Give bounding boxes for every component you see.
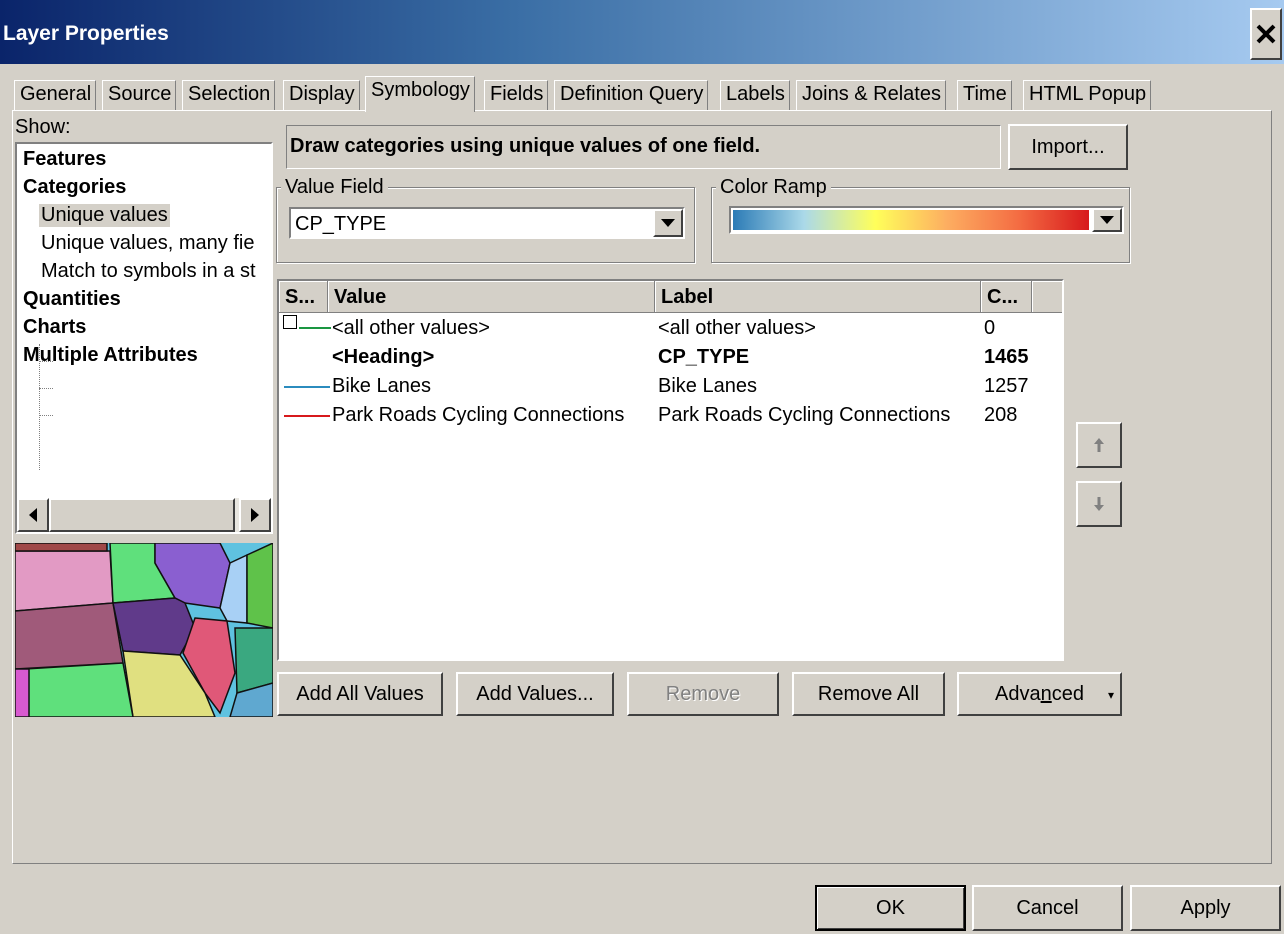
move-up-button[interactable]	[1076, 422, 1122, 468]
row-count: 208	[984, 404, 1018, 426]
value-field-dropdown-button[interactable]	[653, 209, 683, 237]
symbology-preview-map	[15, 543, 273, 717]
tree-item-match-to-symbols[interactable]: Match to symbols in a st	[41, 260, 256, 283]
unique-values-grid[interactable]: S... Value Label C... <all other values>…	[277, 279, 1064, 661]
value-field-selected: CP_TYPE	[295, 213, 387, 235]
row-value[interactable]: <all other values>	[332, 317, 490, 340]
scroll-left-button[interactable]	[17, 498, 49, 532]
triangle-right-icon	[251, 508, 259, 522]
arrow-up-icon	[1094, 438, 1104, 452]
import-button[interactable]: Import...	[1008, 124, 1128, 170]
column-header-value[interactable]: Value	[328, 281, 655, 313]
move-down-button[interactable]	[1076, 481, 1122, 527]
row-symbol[interactable]	[284, 386, 330, 388]
tree-item-features[interactable]: Features	[23, 148, 106, 171]
row-value[interactable]: Park Roads Cycling Connections	[332, 404, 624, 427]
window-title: Layer Properties	[3, 22, 169, 45]
show-tree[interactable]: Features Categories Unique values Unique…	[15, 142, 273, 534]
add-values-button[interactable]: Add Values...	[456, 672, 614, 716]
row-count: 1465	[984, 346, 1029, 368]
tab-display[interactable]: Display	[283, 80, 360, 110]
title-bar	[0, 0, 1284, 64]
show-label: Show:	[15, 116, 71, 138]
column-header-count[interactable]: C...	[981, 281, 1032, 313]
color-ramp-dropdown[interactable]	[729, 206, 1124, 234]
tree-connector	[39, 388, 53, 389]
remove-all-label: Remove All	[817, 682, 920, 705]
tab-source[interactable]: Source	[102, 80, 177, 110]
tab-html-popup[interactable]: HTML Popup	[1023, 80, 1152, 110]
tab-general[interactable]: General	[14, 80, 97, 110]
row-value[interactable]: Bike Lanes	[332, 375, 431, 398]
horizontal-scrollbar[interactable]	[17, 498, 271, 532]
scroll-right-button[interactable]	[239, 498, 271, 532]
row-value[interactable]: <Heading>	[332, 346, 434, 369]
tab-joins-relates[interactable]: Joins & Relates	[796, 80, 946, 110]
apply-button[interactable]: Apply	[1130, 885, 1281, 931]
row-symbol[interactable]	[284, 415, 330, 417]
close-icon	[1256, 24, 1276, 44]
cancel-label: Cancel	[1016, 896, 1079, 919]
ok-label: OK	[876, 896, 905, 919]
advanced-button[interactable]: Advanced ▾	[957, 672, 1122, 716]
column-header-symbol[interactable]: S...	[279, 281, 328, 313]
row-label[interactable]: Park Roads Cycling Connections	[658, 404, 950, 427]
row-label[interactable]: <all other values>	[658, 317, 816, 340]
tab-labels[interactable]: Labels	[720, 80, 790, 110]
tree-item-quantities[interactable]: Quantities	[23, 288, 121, 311]
remove-label: Remove	[665, 682, 741, 705]
row-label[interactable]: Bike Lanes	[658, 375, 757, 398]
triangle-left-icon	[29, 508, 37, 522]
dropdown-arrow-icon: ▾	[1107, 688, 1114, 702]
value-field-group-label: Value Field	[281, 176, 388, 199]
tree-item-categories[interactable]: Categories	[23, 176, 126, 199]
cancel-button[interactable]: Cancel	[972, 885, 1123, 931]
tree-connector	[39, 415, 53, 416]
tab-selection[interactable]: Selection	[182, 80, 276, 110]
scroll-thumb[interactable]	[49, 498, 235, 532]
color-ramp-swatch	[733, 210, 1089, 230]
renderer-description: Draw categories using unique values of o…	[286, 125, 1001, 169]
tree-item-unique-values[interactable]: Unique values	[39, 204, 170, 227]
close-button[interactable]	[1250, 8, 1282, 60]
color-ramp-group-label: Color Ramp	[716, 176, 831, 199]
value-field-dropdown[interactable]: CP_TYPE	[289, 207, 685, 239]
row-checkbox[interactable]	[283, 315, 297, 329]
tree-item-multiple-attributes[interactable]: Multiple Attributes	[23, 344, 198, 367]
column-header-label[interactable]: Label	[655, 281, 981, 313]
tree-item-unique-values-many-fields[interactable]: Unique values, many fie	[41, 232, 254, 255]
add-all-values-label: Add All Values	[296, 682, 424, 705]
tab-time[interactable]: Time	[957, 80, 1012, 110]
tab-fields[interactable]: Fields	[484, 80, 549, 110]
row-count: 1257	[984, 375, 1029, 397]
chevron-down-icon	[661, 219, 675, 227]
import-button-label: Import...	[1031, 135, 1105, 158]
column-header-filler	[1032, 281, 1062, 313]
tree-item-charts[interactable]: Charts	[23, 316, 86, 339]
apply-label: Apply	[1180, 896, 1231, 919]
row-label[interactable]: CP_TYPE	[658, 346, 749, 369]
tab-definition-query[interactable]: Definition Query	[554, 80, 709, 110]
color-ramp-dropdown-button[interactable]	[1092, 208, 1122, 232]
advanced-label: Advanced	[995, 682, 1084, 705]
arrow-down-icon	[1094, 497, 1104, 511]
add-values-label: Add Values...	[476, 682, 594, 705]
ok-button[interactable]: OK	[815, 885, 966, 931]
remove-button[interactable]: Remove	[627, 672, 779, 716]
row-count: 0	[984, 317, 996, 339]
row-symbol[interactable]	[299, 327, 331, 329]
chevron-down-icon	[1100, 216, 1114, 224]
add-all-values-button[interactable]: Add All Values	[277, 672, 443, 716]
tab-symbology[interactable]: Symbology	[365, 76, 475, 112]
remove-all-button[interactable]: Remove All	[792, 672, 945, 716]
